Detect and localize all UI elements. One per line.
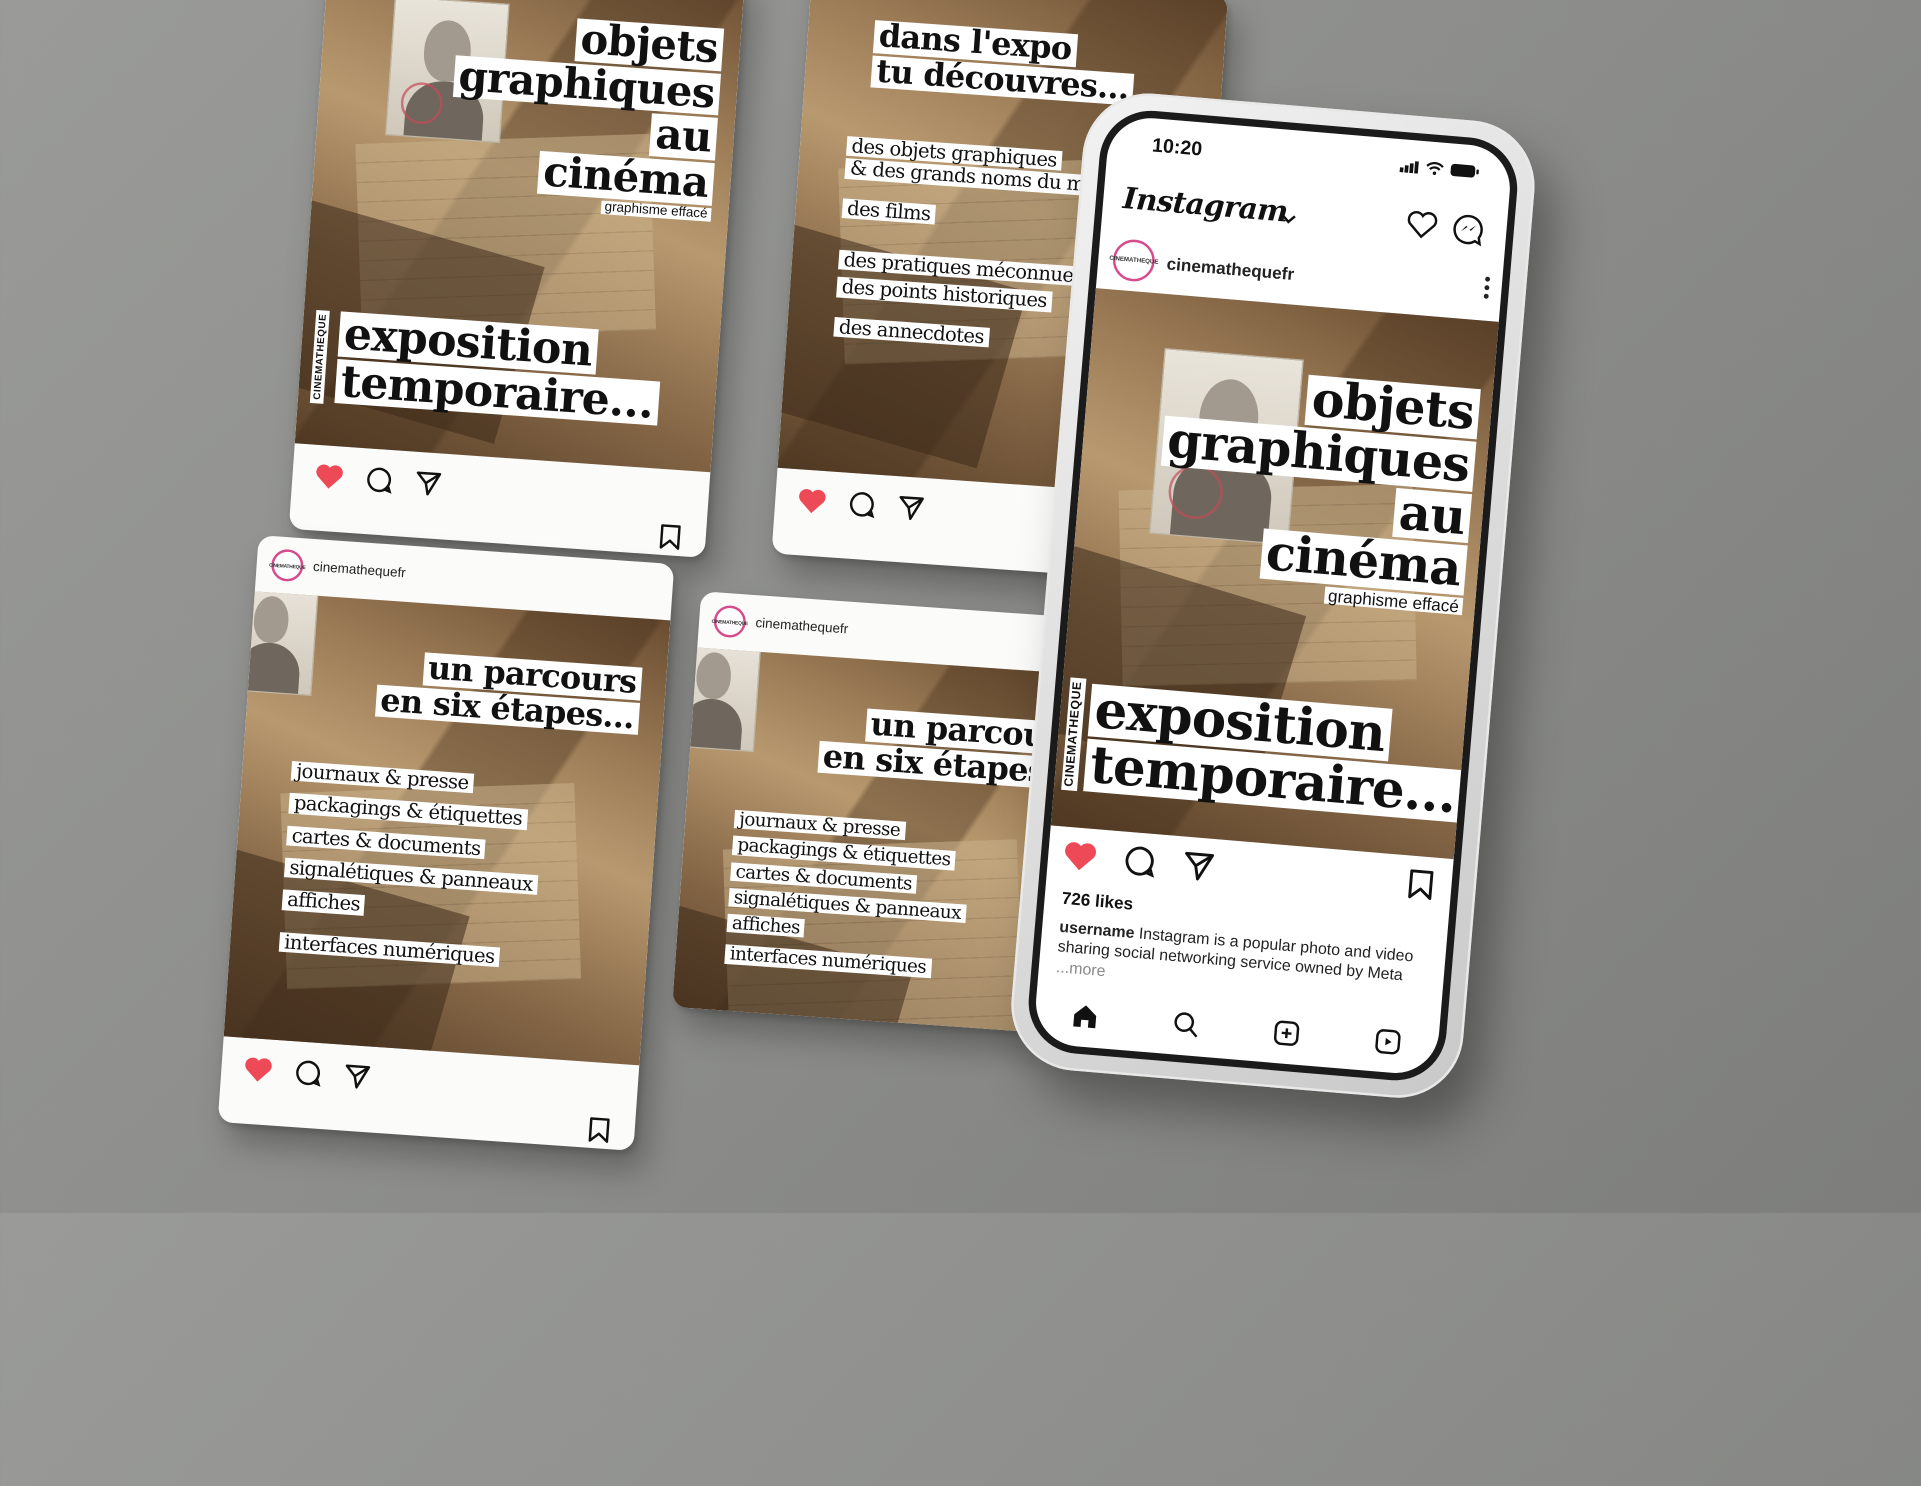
- bookmark-icon[interactable]: [658, 523, 682, 551]
- comment-icon[interactable]: [294, 1059, 323, 1088]
- title-line: cinéma: [537, 148, 715, 208]
- steps-list: journaux & presse packagings & étiquette…: [724, 808, 972, 983]
- avatar[interactable]: CINEMATHEQUE: [1109, 238, 1159, 284]
- reels-icon[interactable]: [1371, 1025, 1403, 1063]
- post-footer-title: exposition temporaire...: [334, 308, 663, 429]
- list-item: des films: [841, 196, 937, 225]
- comment-icon[interactable]: [365, 465, 394, 494]
- side-tag: CINEMATHEQUE: [1061, 676, 1087, 792]
- more-options-icon[interactable]: [1483, 276, 1491, 303]
- heart-icon[interactable]: [314, 462, 343, 489]
- heart-icon[interactable]: [797, 486, 826, 514]
- comment-icon[interactable]: [1123, 844, 1157, 878]
- phone-screen: 10:20 Instagram CINEMATHEQUE cinemathequ…: [1024, 106, 1522, 1085]
- post-username[interactable]: cinemathequefr: [312, 560, 406, 581]
- system-icons: [1399, 159, 1479, 179]
- bookmark-icon[interactable]: [1406, 868, 1436, 902]
- heart-icon[interactable]: [1062, 839, 1096, 871]
- share-icon[interactable]: [897, 493, 926, 522]
- list-item: des annecdotes: [833, 314, 990, 348]
- mockup-scene: objets graphiques au cinéma graphisme ef…: [0, 0, 1921, 1486]
- post-footer-title: exposition temporaire...: [1083, 679, 1468, 825]
- comment-icon[interactable]: [848, 490, 877, 519]
- portrait-photo: [672, 647, 762, 753]
- notifications-heart-icon[interactable]: [1405, 208, 1440, 246]
- list-item: packagings & étiquettes: [288, 791, 528, 830]
- bookmark-icon[interactable]: [587, 1116, 611, 1144]
- list-item: interfaces numériques: [278, 929, 501, 967]
- wifi-icon: [1426, 162, 1444, 175]
- footer-line: temporaire...: [334, 355, 660, 429]
- post-image[interactable]: objets graphiques au cinéma graphisme ef…: [1050, 288, 1499, 860]
- post-title: dans l'expo tu découvres...: [870, 18, 1137, 108]
- footer-line: temporaire...: [1083, 734, 1463, 824]
- post-title: objets graphiques au cinéma graphisme ef…: [445, 10, 725, 224]
- share-icon[interactable]: [414, 469, 443, 498]
- post-image[interactable]: un parcours en six étapes... journaux & …: [223, 591, 671, 1066]
- signal-icon: [1399, 161, 1419, 174]
- heart-icon[interactable]: [243, 1055, 272, 1082]
- phone-mockup: 10:20 Instagram CINEMATHEQUE cinemathequ…: [1006, 88, 1540, 1103]
- title-line: au: [649, 110, 718, 163]
- list-item: affiches: [281, 888, 366, 916]
- battery-icon: [1450, 163, 1479, 178]
- list-item: interfaces numériques: [724, 943, 932, 978]
- list-item: affiches: [726, 912, 806, 939]
- avatar[interactable]: CINEMATHEQUE: [711, 604, 748, 639]
- post-title: un parcours en six étapes...: [374, 649, 643, 737]
- add-icon[interactable]: [1271, 1017, 1303, 1055]
- post-title: objets graphiques au cinéma graphisme ef…: [1150, 363, 1481, 618]
- post-image[interactable]: objets graphiques au cinéma graphisme ef…: [294, 0, 746, 473]
- share-icon[interactable]: [343, 1062, 372, 1091]
- search-icon[interactable]: [1170, 1008, 1202, 1046]
- list-item: journaux & presse: [290, 759, 475, 794]
- post-card-3: CINEMATHEQUE cinemathequefr un parcours …: [217, 535, 675, 1151]
- title-line: tu découvres...: [870, 53, 1135, 107]
- avatar[interactable]: CINEMATHEQUE: [269, 548, 306, 583]
- clock: 10:20: [1151, 135, 1203, 161]
- home-icon[interactable]: [1069, 1000, 1101, 1038]
- post-username[interactable]: cinemathequefr: [1166, 254, 1295, 284]
- messenger-icon[interactable]: [1451, 212, 1486, 253]
- portrait-photo: [223, 591, 320, 697]
- list-item: cartes & documents: [286, 823, 487, 860]
- side-tag: CINEMATHEQUE: [309, 309, 330, 404]
- title-line: cinéma: [1259, 524, 1468, 598]
- post-username[interactable]: cinemathequefr: [755, 616, 849, 637]
- chevron-down-icon[interactable]: [1280, 208, 1296, 231]
- app-logo[interactable]: Instagram: [1122, 180, 1289, 229]
- steps-list: journaux & presse packagings & étiquette…: [278, 759, 545, 972]
- share-icon[interactable]: [1181, 849, 1215, 883]
- post-card-1: objets graphiques au cinéma graphisme ef…: [288, 0, 746, 558]
- likes-count[interactable]: 726 likes: [1061, 888, 1134, 914]
